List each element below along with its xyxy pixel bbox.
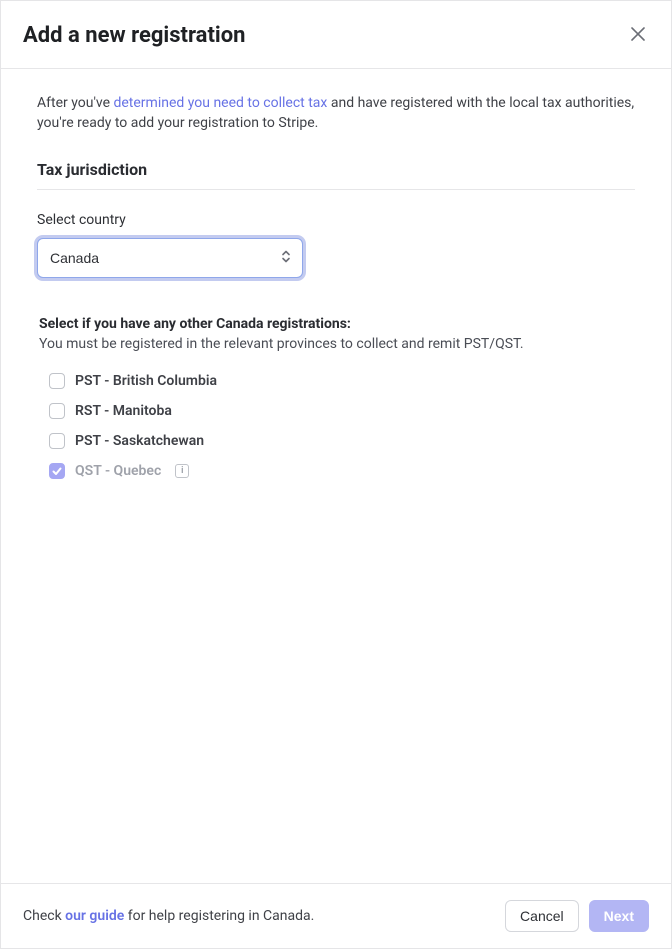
other-registrations-group: Select if you have any other Canada regi… [37,316,635,486]
footer-after: for help registering in Canada. [124,908,314,924]
registration-row: PST - British Columbia [49,366,635,396]
country-field: Select country Canada [37,212,635,278]
registration-label: PST - Saskatchewan [75,433,204,449]
footer-help-text: Check our guide for help registering in … [23,908,314,924]
dialog-footer: Check our guide for help registering in … [1,883,671,948]
dialog-body: After you've determined you need to coll… [1,69,671,883]
other-registrations-list: PST - British Columbia RST - Manitoba PST … [39,366,635,486]
info-icon[interactable]: i [175,464,189,478]
registration-row: RST - Manitoba [49,396,635,426]
dialog-header: Add a new registration [1,1,671,69]
registration-row: QST - Quebec i [49,456,635,486]
registration-row: PST - Saskatchewan [49,426,635,456]
intro-link[interactable]: determined you need to collect tax [113,95,327,111]
dialog-title: Add a new registration [23,23,245,48]
other-registrations-title: Select if you have any other Canada regi… [39,316,635,332]
footer-actions: Cancel Next [505,900,649,932]
registration-label: QST - Quebec [75,463,161,479]
country-select[interactable]: Canada [37,238,303,278]
country-select-wrap: Canada [37,238,303,278]
registration-checkbox[interactable] [49,433,65,449]
other-registrations-desc: You must be registered in the relevant p… [39,336,635,352]
registration-checkbox[interactable] [49,403,65,419]
close-icon [631,27,645,44]
section-title-jurisdiction: Tax jurisdiction [37,160,635,190]
close-button[interactable] [627,25,649,47]
footer-before: Check [23,908,65,924]
country-label: Select country [37,212,635,228]
intro-text: After you've determined you need to coll… [37,93,635,134]
registration-label: RST - Manitoba [75,403,172,419]
footer-guide-link[interactable]: our guide [65,908,124,924]
registration-label: PST - British Columbia [75,373,217,389]
registration-checkbox[interactable] [49,373,65,389]
intro-before: After you've [37,95,113,111]
registration-checkbox[interactable] [49,463,65,479]
next-button[interactable]: Next [589,900,649,932]
registration-dialog: Add a new registration After you've dete… [0,0,672,949]
cancel-button[interactable]: Cancel [505,900,579,932]
